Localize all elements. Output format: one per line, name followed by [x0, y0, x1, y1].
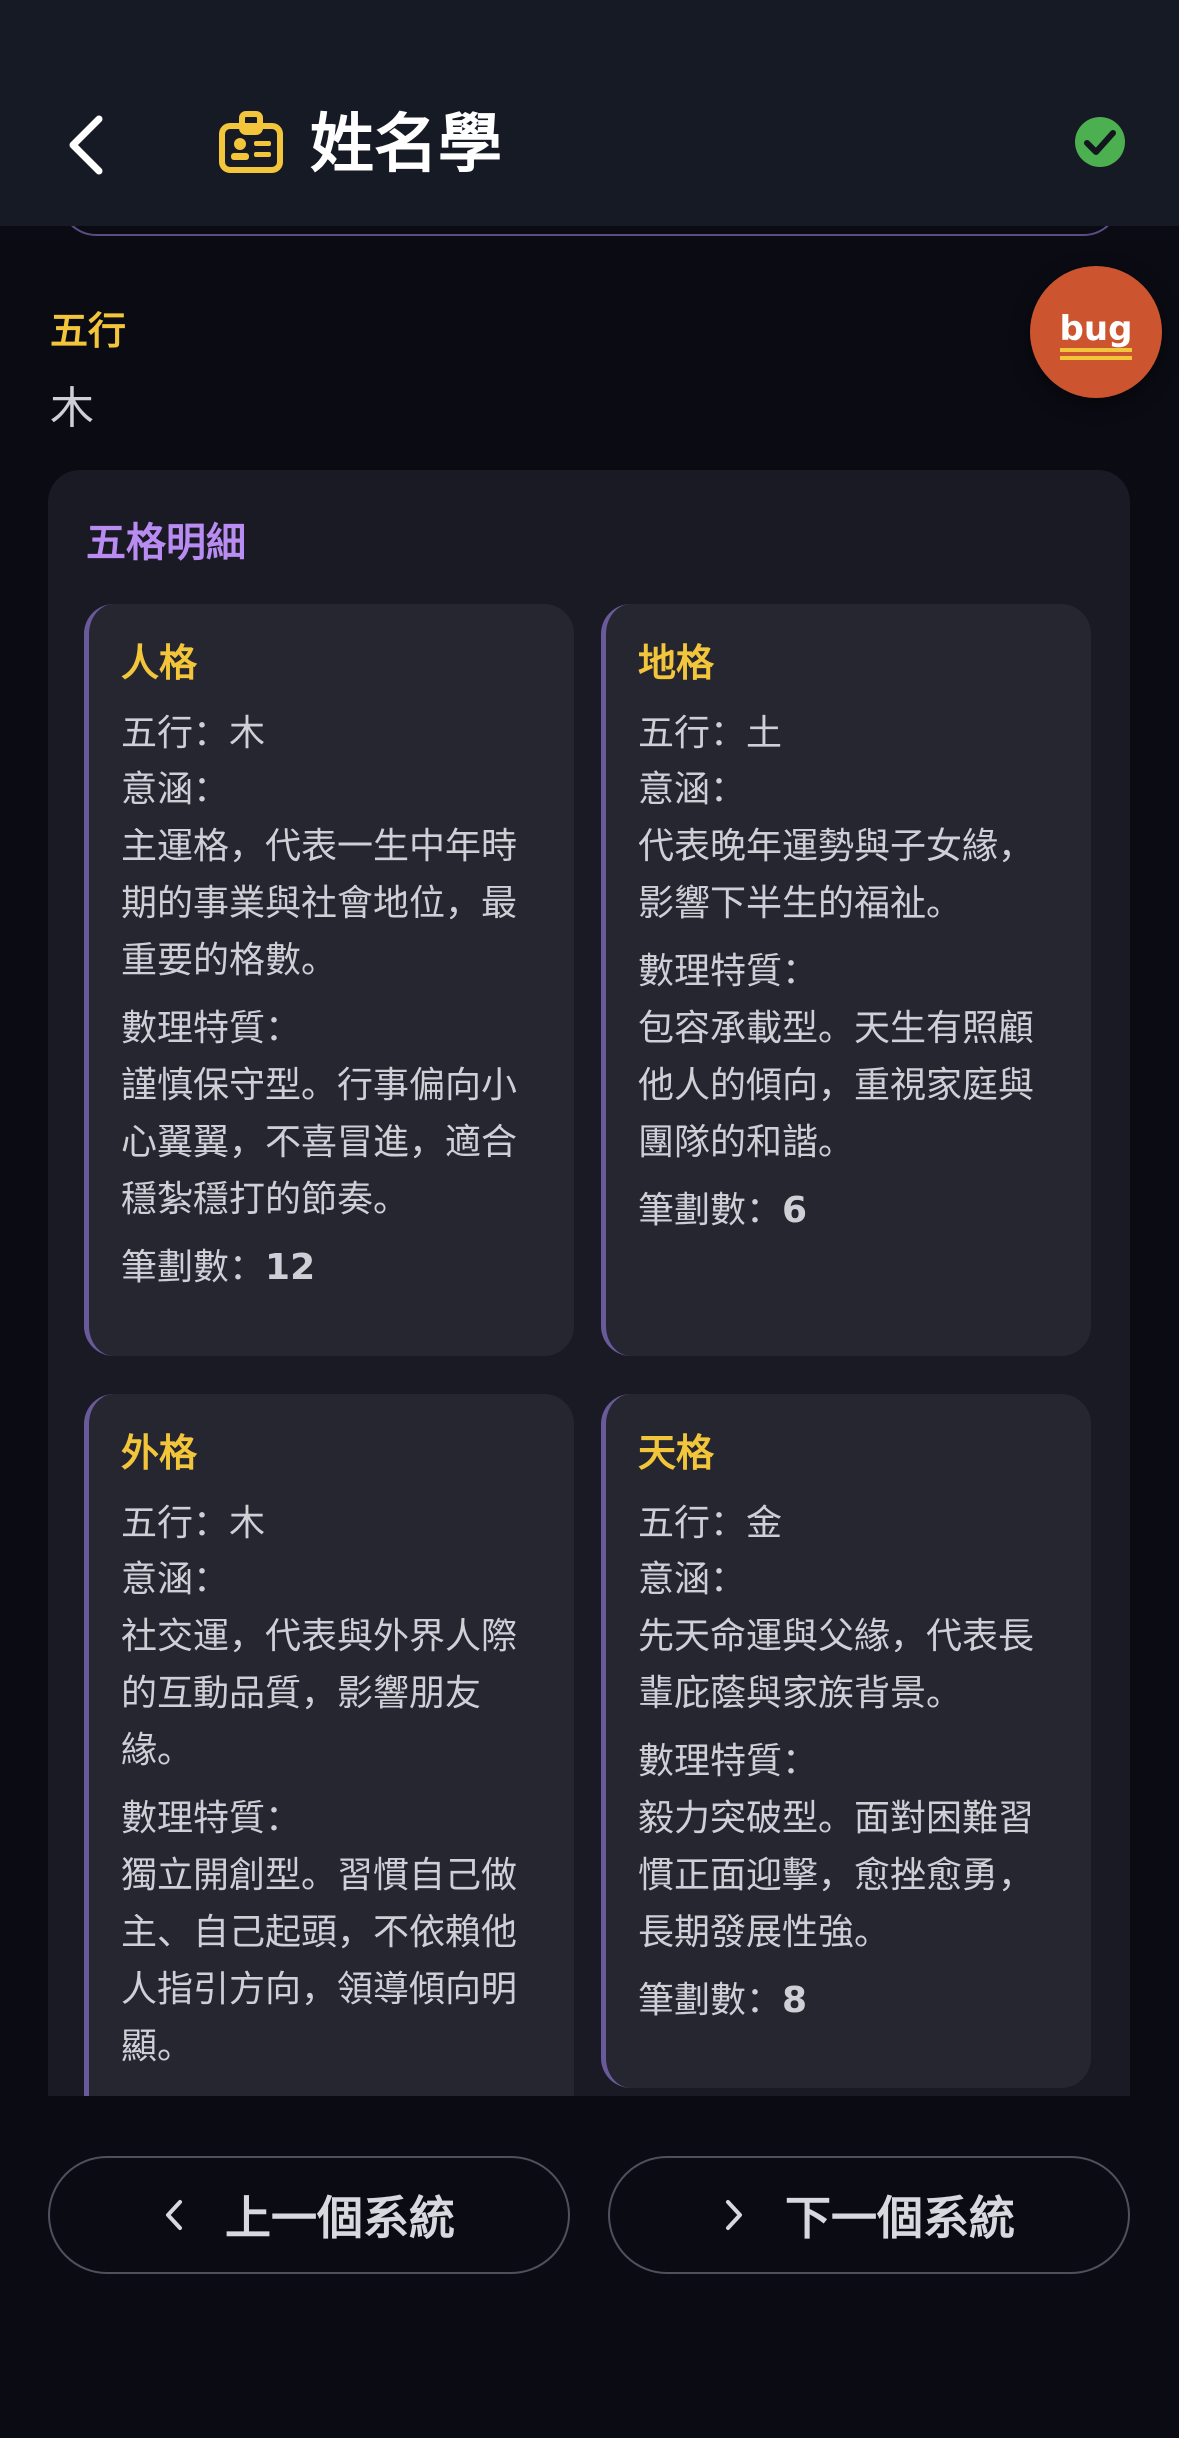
- page-title: 姓名學: [310, 108, 502, 182]
- card-wuxing: 五行：木: [121, 1503, 266, 1544]
- bug-report-button[interactable]: bug: [1030, 266, 1162, 398]
- strokes-label: 筆劃數：: [121, 1247, 266, 1288]
- card-strokes: 筆劃數：6: [638, 1183, 1061, 1239]
- card-trait-label: 數理特質：: [638, 951, 819, 992]
- card-meaning: 代表晚年運勢與子女緣，影響下半生的福祉。: [638, 826, 1035, 924]
- prev-system-button[interactable]: 上一個系統: [48, 2156, 570, 2274]
- card-trait: 謹慎保守型。行事偏向小心翼翼，不喜冒進，適合穩紮穩打的節奏。: [121, 1065, 518, 1220]
- next-system-label: 下一個系統: [785, 2191, 1015, 2245]
- card-title: 人格: [121, 641, 198, 685]
- card-trait: 獨立開創型。習慣自己做主、自己起頭，不依賴他人指引方向，領導傾向明顯。: [121, 1855, 518, 2067]
- card-title: 天格: [638, 1431, 715, 1475]
- card-trait-label: 數理特質：: [638, 1741, 819, 1782]
- bug-label: bug: [1059, 312, 1133, 360]
- grid-card-waige: 外格 五行：木 意涵： 社交運，代表與外界人際的互動品質，影響朋友緣。 數理特質…: [84, 1394, 574, 2096]
- five-grids-panel: 五格明細 人格 五行：木 意涵： 主運格，代表一生中年時期的事業與社會地位，最重…: [48, 470, 1130, 2096]
- grid-card-dige: 地格 五行：土 意涵： 代表晚年運勢與子女緣，影響下半生的福祉。 數理特質： 包…: [601, 604, 1091, 1356]
- card-meaning: 主運格，代表一生中年時期的事業與社會地位，最重要的格數。: [121, 826, 518, 981]
- chevron-right-icon: [723, 2198, 745, 2232]
- app-header: 姓名學: [0, 0, 1179, 226]
- prev-system-label: 上一個系統: [225, 2191, 455, 2245]
- card-meaning: 先天命運與父緣，代表長輩庇蔭與家族背景。: [638, 1616, 1035, 1714]
- card-title: 外格: [121, 1431, 198, 1475]
- card-trait-label: 數理特質：: [121, 1798, 302, 1839]
- strokes-label: 筆劃數：: [638, 1980, 783, 2021]
- wuxing-value: 木: [50, 383, 94, 434]
- card-strokes: 筆劃數：8: [638, 1973, 1061, 2029]
- strokes-value: 6: [782, 1190, 808, 1231]
- card-title: 地格: [638, 641, 715, 685]
- check-circle-icon: [1075, 117, 1125, 167]
- strokes-value: 12: [265, 1247, 316, 1288]
- id-badge-icon: [219, 111, 283, 173]
- card-strokes: 筆劃數：12: [121, 1240, 544, 1296]
- strokes-label: 筆劃數：: [638, 1190, 783, 1231]
- card-wuxing: 五行：木: [121, 713, 266, 754]
- card-trait-label: 數理特質：: [121, 1008, 302, 1049]
- strokes-value: 8: [782, 1980, 808, 2021]
- card-wuxing: 五行：土: [638, 713, 783, 754]
- chevron-left-icon: [69, 115, 103, 175]
- next-system-button[interactable]: 下一個系統: [608, 2156, 1130, 2274]
- card-trait: 毅力突破型。面對困難習慣正面迎擊，愈挫愈勇，長期發展性強。: [638, 1798, 1035, 1953]
- chevron-left-icon: [163, 2198, 185, 2232]
- wuxing-label: 五行: [50, 309, 127, 353]
- card-meaning-label: 意涵：: [121, 1559, 230, 1600]
- grid-card-renge: 人格 五行：木 意涵： 主運格，代表一生中年時期的事業與社會地位，最重要的格數。…: [84, 604, 574, 1356]
- card-meaning-label: 意涵：: [638, 1559, 747, 1600]
- card-meaning-label: 意涵：: [121, 769, 230, 810]
- back-button[interactable]: [50, 100, 120, 190]
- card-wuxing: 五行：金: [638, 1503, 783, 1544]
- grid-card-tiange: 天格 五行：金 意涵： 先天命運與父緣，代表長輩庇蔭與家族背景。 數理特質： 毅…: [601, 1394, 1091, 2088]
- card-meaning: 社交運，代表與外界人際的互動品質，影響朋友緣。: [121, 1616, 518, 1771]
- card-meaning-label: 意涵：: [638, 769, 747, 810]
- panel-title: 五格明細: [86, 520, 246, 566]
- card-trait: 包容承載型。天生有照顧他人的傾向，重視家庭與團隊的和諧。: [638, 1008, 1035, 1163]
